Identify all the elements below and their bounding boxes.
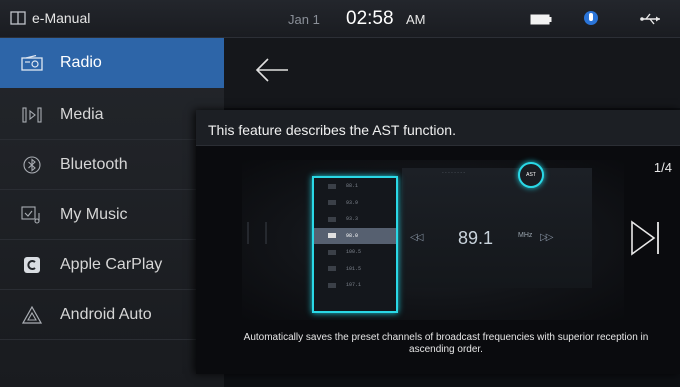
seek-back-icon: ◁◁ [410,232,423,243]
sidebar-item-label: My Music [60,205,128,223]
preset-list: 88.1 93.9 93.3 98.0 100.5 101.5 107.1 [312,176,398,313]
preset-row: 101.5 [314,261,396,278]
bluetooth-icon [20,153,44,177]
microphone-icon[interactable] [583,9,599,29]
usb-icon [640,13,660,25]
sidebar-item-label: Radio [60,54,102,71]
preset-row-selected: 98.0 [314,227,396,244]
main-header [224,38,680,108]
battery-icon [530,14,552,25]
sidebar: Radio Media Bluetooth My Music Apple Car… [0,38,224,387]
back-arrow-icon[interactable] [252,50,292,90]
status-bar: e-Manual Jan 1 02:58 AM [0,0,680,38]
sidebar-item-label: Android Auto [60,305,152,323]
radio-panel-image [402,168,592,288]
frequency-unit: MHz [518,232,533,239]
android-auto-icon [20,303,44,327]
feature-popup: This feature describes the AST function.… [196,110,680,374]
status-time: 02:58 [346,8,394,29]
status-ampm: AM [406,12,426,27]
page-indicator: 1/4 [653,160,672,175]
popup-title: This feature describes the AST function. [208,122,456,138]
app-title: e-Manual [10,10,90,26]
preset-row: 93.3 [314,211,396,228]
sidebar-item-my-music[interactable]: My Music [0,190,224,240]
app-title-label: e-Manual [32,10,91,26]
sidebar-item-bluetooth[interactable]: Bluetooth [0,140,224,190]
sidebar-item-label: Apple CarPlay [60,255,163,273]
status-date: Jan 1 [288,12,320,27]
preset-row: 107.1 [314,277,396,294]
frequency-display: 89.1 [458,228,494,248]
sidebar-item-radio[interactable]: Radio [0,38,224,88]
preset-row: 88.1 [314,178,396,195]
media-icon [20,103,44,127]
panel-header-text: - - - - - - - - [442,170,466,176]
sidebar-item-label: Bluetooth [60,155,128,173]
radio-icon [20,51,44,75]
ast-label: AST [526,172,536,178]
sidebar-item-android-auto[interactable]: Android Auto [0,290,224,340]
ast-button: AST [518,162,544,188]
dim-indicator-icon [247,222,267,244]
ast-illustration: - - - - - - - - AST ◁◁ 89.1 MHz ▷▷ 88.1 … [242,160,624,320]
preset-row: 93.9 [314,195,396,212]
apple-carplay-icon [20,253,44,277]
seek-forward-icon: ▷▷ [540,232,553,243]
popup-caption: Automatically saves the preset channels … [243,332,649,355]
popup-header: This feature describes the AST function. [196,110,680,146]
next-page-icon[interactable] [628,218,662,258]
sidebar-item-media[interactable]: Media [0,90,224,140]
sidebar-item-label: Media [60,105,104,123]
sidebar-item-apple-carplay[interactable]: Apple CarPlay [0,240,224,290]
preset-row: 100.5 [314,244,396,261]
book-icon [10,11,26,25]
my-music-icon [20,203,44,227]
